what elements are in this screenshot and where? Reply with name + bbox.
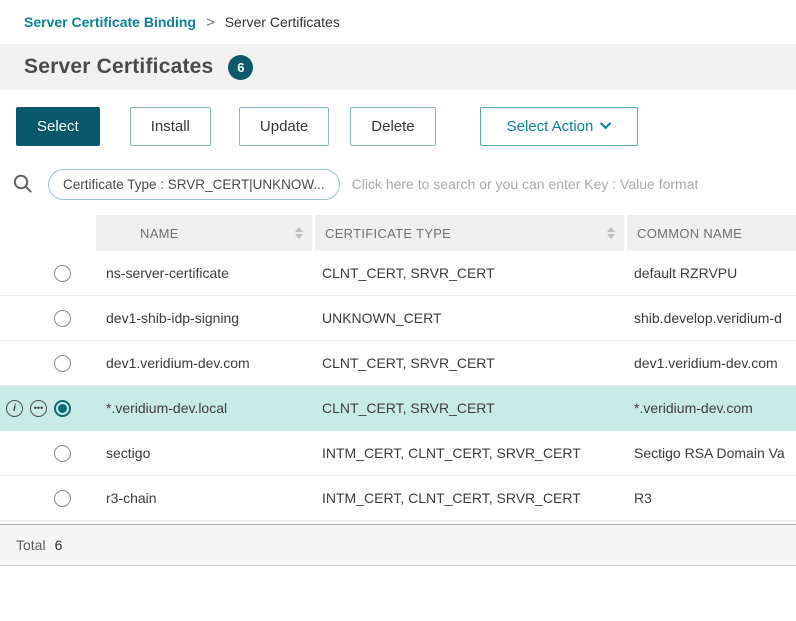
row-selector-cell: i •••: [0, 400, 96, 417]
title-bar: Server Certificates 6: [0, 44, 796, 90]
row-radio[interactable]: [54, 355, 71, 372]
cell-name: dev1.veridium-dev.com: [96, 355, 312, 371]
table-footer: Total 6: [0, 524, 796, 566]
row-radio[interactable]: [54, 265, 71, 282]
more-actions-icon[interactable]: •••: [30, 400, 47, 417]
row-radio[interactable]: [54, 310, 71, 327]
breadcrumb: Server Certificate Binding > Server Cert…: [0, 0, 796, 44]
select-action-label: Select Action: [507, 118, 594, 135]
cell-name: *.veridium-dev.local: [96, 400, 312, 416]
cell-common-name: default RZRVPU: [624, 265, 796, 281]
column-header-name-label: NAME: [140, 226, 179, 241]
select-button[interactable]: Select: [16, 107, 100, 146]
cell-common-name: Sectigo RSA Domain Va: [624, 445, 796, 461]
row-selector-cell: [0, 490, 96, 507]
page-title: Server Certificates: [24, 55, 213, 79]
cell-common-name: shib.develop.veridium-d: [624, 310, 796, 326]
search-icon: [10, 173, 36, 195]
column-header-common-name[interactable]: COMMON NAME: [624, 215, 796, 251]
cell-name: sectigo: [96, 445, 312, 461]
table-row[interactable]: dev1-shib-idp-signingUNKNOWN_CERTshib.de…: [0, 296, 796, 341]
count-badge: 6: [228, 55, 253, 80]
update-button[interactable]: Update: [239, 107, 329, 146]
breadcrumb-current: Server Certificates: [225, 14, 340, 30]
cell-common-name: *.veridium-dev.com: [624, 400, 796, 416]
header-selector-cell: [0, 215, 96, 251]
column-header-name[interactable]: NAME: [96, 215, 312, 251]
table-row[interactable]: i ••• *.veridium-dev.localCLNT_CERT, SRVR_…: [0, 386, 796, 431]
cell-name: r3-chain: [96, 490, 312, 506]
sort-icon[interactable]: [295, 227, 303, 239]
table-header: NAME CERTIFICATE TYPE COMMON NAME: [0, 215, 796, 251]
cell-name: ns-server-certificate: [96, 265, 312, 281]
cell-common-name: R3: [624, 490, 796, 506]
cell-certificate-type: INTM_CERT, CLNT_CERT, SRVR_CERT: [312, 445, 624, 461]
install-button[interactable]: Install: [130, 107, 211, 146]
table-row[interactable]: dev1.veridium-dev.comCLNT_CERT, SRVR_CER…: [0, 341, 796, 386]
table-row[interactable]: ns-server-certificateCLNT_CERT, SRVR_CER…: [0, 251, 796, 296]
cell-certificate-type: CLNT_CERT, SRVR_CERT: [312, 265, 624, 281]
cell-name: dev1-shib-idp-signing: [96, 310, 312, 326]
row-selector-cell: [0, 265, 96, 282]
cell-certificate-type: CLNT_CERT, SRVR_CERT: [312, 400, 624, 416]
cell-common-name: dev1.veridium-dev.com: [624, 355, 796, 371]
breadcrumb-link[interactable]: Server Certificate Binding: [24, 14, 196, 30]
sort-icon[interactable]: [607, 227, 615, 239]
table-row[interactable]: sectigoINTM_CERT, CLNT_CERT, SRVR_CERTSe…: [0, 431, 796, 476]
cell-certificate-type: CLNT_CERT, SRVR_CERT: [312, 355, 624, 371]
total-value: 6: [55, 537, 63, 553]
row-radio[interactable]: [54, 400, 71, 417]
chevron-down-icon: [600, 118, 611, 129]
row-radio[interactable]: [54, 445, 71, 462]
column-header-common-name-label: COMMON NAME: [637, 226, 742, 241]
search-input[interactable]: Click here to search or you can enter Ke…: [352, 176, 699, 192]
row-selector-cell: [0, 445, 96, 462]
breadcrumb-separator-icon: >: [206, 14, 215, 31]
search-bar: Certificate Type : SRVR_CERT|UNKNOW... C…: [0, 161, 796, 207]
cell-certificate-type: INTM_CERT, CLNT_CERT, SRVR_CERT: [312, 490, 624, 506]
cell-certificate-type: UNKNOWN_CERT: [312, 310, 624, 326]
row-selector-cell: [0, 355, 96, 372]
info-icon[interactable]: i: [6, 400, 23, 417]
table-body: ns-server-certificateCLNT_CERT, SRVR_CER…: [0, 251, 796, 521]
column-header-certificate-type-label: CERTIFICATE TYPE: [325, 226, 451, 241]
row-radio[interactable]: [54, 490, 71, 507]
filter-chip[interactable]: Certificate Type : SRVR_CERT|UNKNOW...: [48, 169, 340, 200]
total-label: Total: [16, 537, 46, 553]
table-row[interactable]: r3-chainINTM_CERT, CLNT_CERT, SRVR_CERTR…: [0, 476, 796, 521]
column-header-certificate-type[interactable]: CERTIFICATE TYPE: [312, 215, 624, 251]
delete-button[interactable]: Delete: [350, 107, 435, 146]
toolbar: Select Install Update Delete Select Acti…: [0, 90, 796, 161]
row-selector-cell: [0, 310, 96, 327]
select-action-dropdown[interactable]: Select Action: [480, 107, 639, 146]
